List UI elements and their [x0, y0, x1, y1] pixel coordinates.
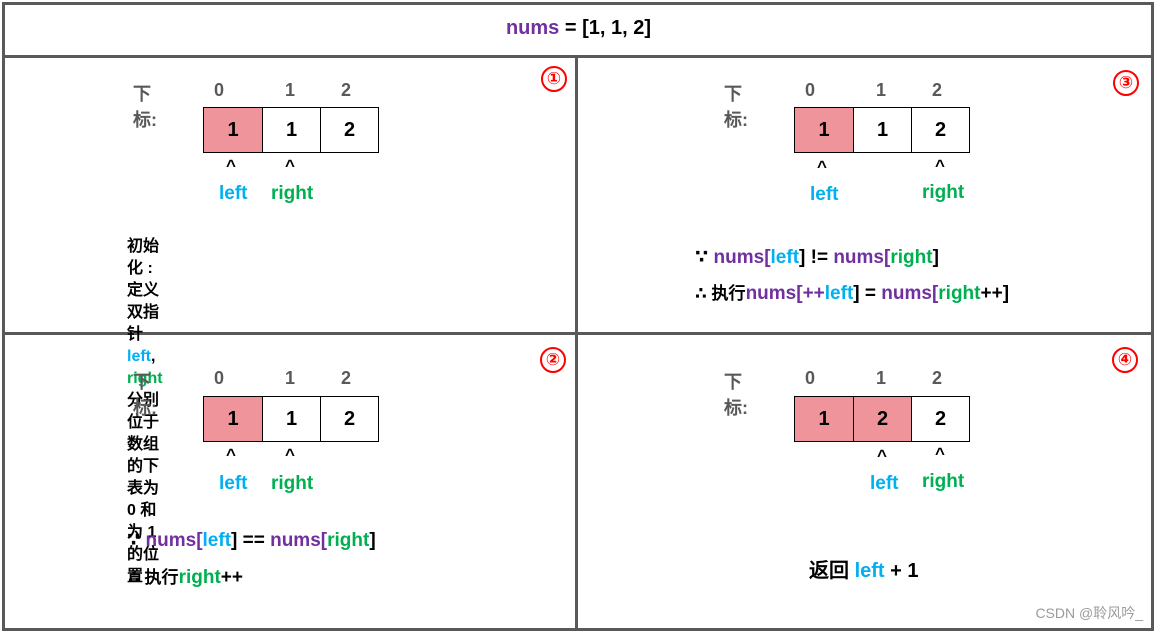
array-cell: 2 — [911, 108, 969, 152]
array-cell: 1 — [795, 108, 853, 152]
index-label: 下标: — [724, 84, 748, 130]
array-cell: 1 — [795, 397, 853, 441]
action-right: right — [178, 567, 221, 588]
action-bracket: ++] — [980, 283, 1010, 304]
because-symbol: ∵ — [695, 247, 714, 268]
left-pointer-label: left — [810, 184, 839, 205]
right-caret: ^ — [285, 156, 295, 175]
cond-nums: nums — [145, 530, 197, 551]
therefore-text: ∴ 执行 — [695, 284, 746, 303]
action-expression: ∴ 执行nums[++left] = nums[right++] — [695, 279, 1009, 305]
index-label: 下标: — [133, 84, 157, 130]
index-0: 0 — [804, 368, 815, 388]
right-pointer-label: right — [922, 182, 965, 203]
cond-operator: == — [237, 530, 271, 551]
action-nums: nums — [745, 283, 797, 304]
array-cell: 1 — [204, 108, 262, 152]
cond-left: left — [202, 530, 232, 551]
array-cells: 1 1 2 — [203, 107, 379, 153]
return-statement: 返回 left + 1 — [809, 554, 918, 583]
cond-right: right — [327, 530, 370, 551]
right-caret: ^ — [285, 445, 295, 464]
cond-bracket: ] — [932, 247, 939, 268]
condition-expression: ∵ nums[left] == nums[right] — [127, 529, 376, 552]
column-divider — [575, 55, 578, 631]
left-caret: ^ — [877, 446, 887, 465]
index-2: 2 — [340, 368, 351, 388]
action-left: left — [824, 283, 854, 304]
cond-left: left — [770, 247, 800, 268]
action-nums: nums — [881, 283, 932, 304]
left-caret: ^ — [226, 445, 236, 464]
array-cell: 1 — [262, 397, 320, 441]
index-label: 下标: — [133, 372, 157, 418]
array-cell: 1 — [262, 108, 320, 152]
therefore-text: ∴ 执行 — [128, 568, 179, 587]
array-cells: 1 2 2 — [794, 396, 970, 442]
index-1: 1 — [284, 80, 295, 100]
title-divider — [2, 55, 1154, 58]
left-pointer-label: left — [219, 473, 248, 494]
action-operator: = — [859, 283, 882, 304]
action-right: right — [938, 283, 981, 304]
action-bracket: [++ — [796, 283, 825, 304]
step-badge-4: ④ — [1112, 347, 1138, 373]
step-badge-3: ③ — [1113, 70, 1139, 96]
array-cell: 2 — [911, 397, 969, 441]
note-prefix: 初始化 :定义双指针 — [127, 238, 160, 343]
index-label: 下标: — [724, 372, 748, 418]
step-badge-1: ① — [541, 66, 567, 92]
step-badge-2: ② — [540, 347, 566, 373]
cond-nums: nums — [833, 247, 885, 268]
left-caret: ^ — [817, 157, 827, 176]
watermark: CSDN @聆风吟_ — [1035, 605, 1143, 621]
array-cells: 1 1 2 — [203, 396, 379, 442]
left-pointer-label: left — [219, 183, 248, 204]
row-divider — [2, 332, 1154, 335]
cond-nums: nums — [270, 530, 321, 551]
return-suffix: + 1 — [884, 560, 919, 582]
array-title: nums = [1, 1, 2] — [0, 17, 1157, 40]
right-caret: ^ — [935, 156, 945, 175]
array-cell: 1 — [204, 397, 262, 441]
array-cell: 2 — [320, 397, 378, 441]
index-1: 1 — [875, 368, 886, 388]
array-cell: 2 — [320, 108, 378, 152]
index-2: 2 — [340, 80, 351, 100]
because-symbol: ∵ — [127, 530, 146, 551]
cond-operator: != — [805, 247, 834, 268]
action-suffix: ++ — [220, 567, 243, 588]
action-expression: ∴ 执行right++ — [128, 563, 243, 589]
left-caret: ^ — [226, 156, 236, 175]
cond-right: right — [890, 247, 933, 268]
cond-bracket: ] — [369, 530, 376, 551]
note-sep: , — [151, 348, 156, 365]
index-1: 1 — [875, 80, 886, 100]
left-pointer-label: left — [870, 473, 899, 494]
array-cell: 2 — [853, 397, 911, 441]
note-left: left — [127, 348, 151, 365]
right-pointer-label: right — [271, 473, 314, 494]
array-cells: 1 1 2 — [794, 107, 970, 153]
index-2: 2 — [931, 368, 942, 388]
cond-nums: nums — [713, 247, 765, 268]
condition-expression: ∵ nums[left] != nums[right] — [695, 246, 939, 269]
right-pointer-label: right — [922, 471, 965, 492]
index-0: 0 — [213, 368, 224, 388]
index-0: 0 — [804, 80, 815, 100]
index-0: 0 — [213, 80, 224, 100]
index-2: 2 — [931, 80, 942, 100]
return-left: left — [854, 560, 885, 582]
array-cell: 1 — [853, 108, 911, 152]
index-1: 1 — [284, 368, 295, 388]
title-nums: nums — [505, 17, 560, 39]
right-pointer-label: right — [271, 183, 314, 204]
right-caret: ^ — [935, 444, 945, 463]
title-value: = [1, 1, 2] — [559, 17, 652, 39]
return-prefix: 返回 — [809, 560, 855, 582]
